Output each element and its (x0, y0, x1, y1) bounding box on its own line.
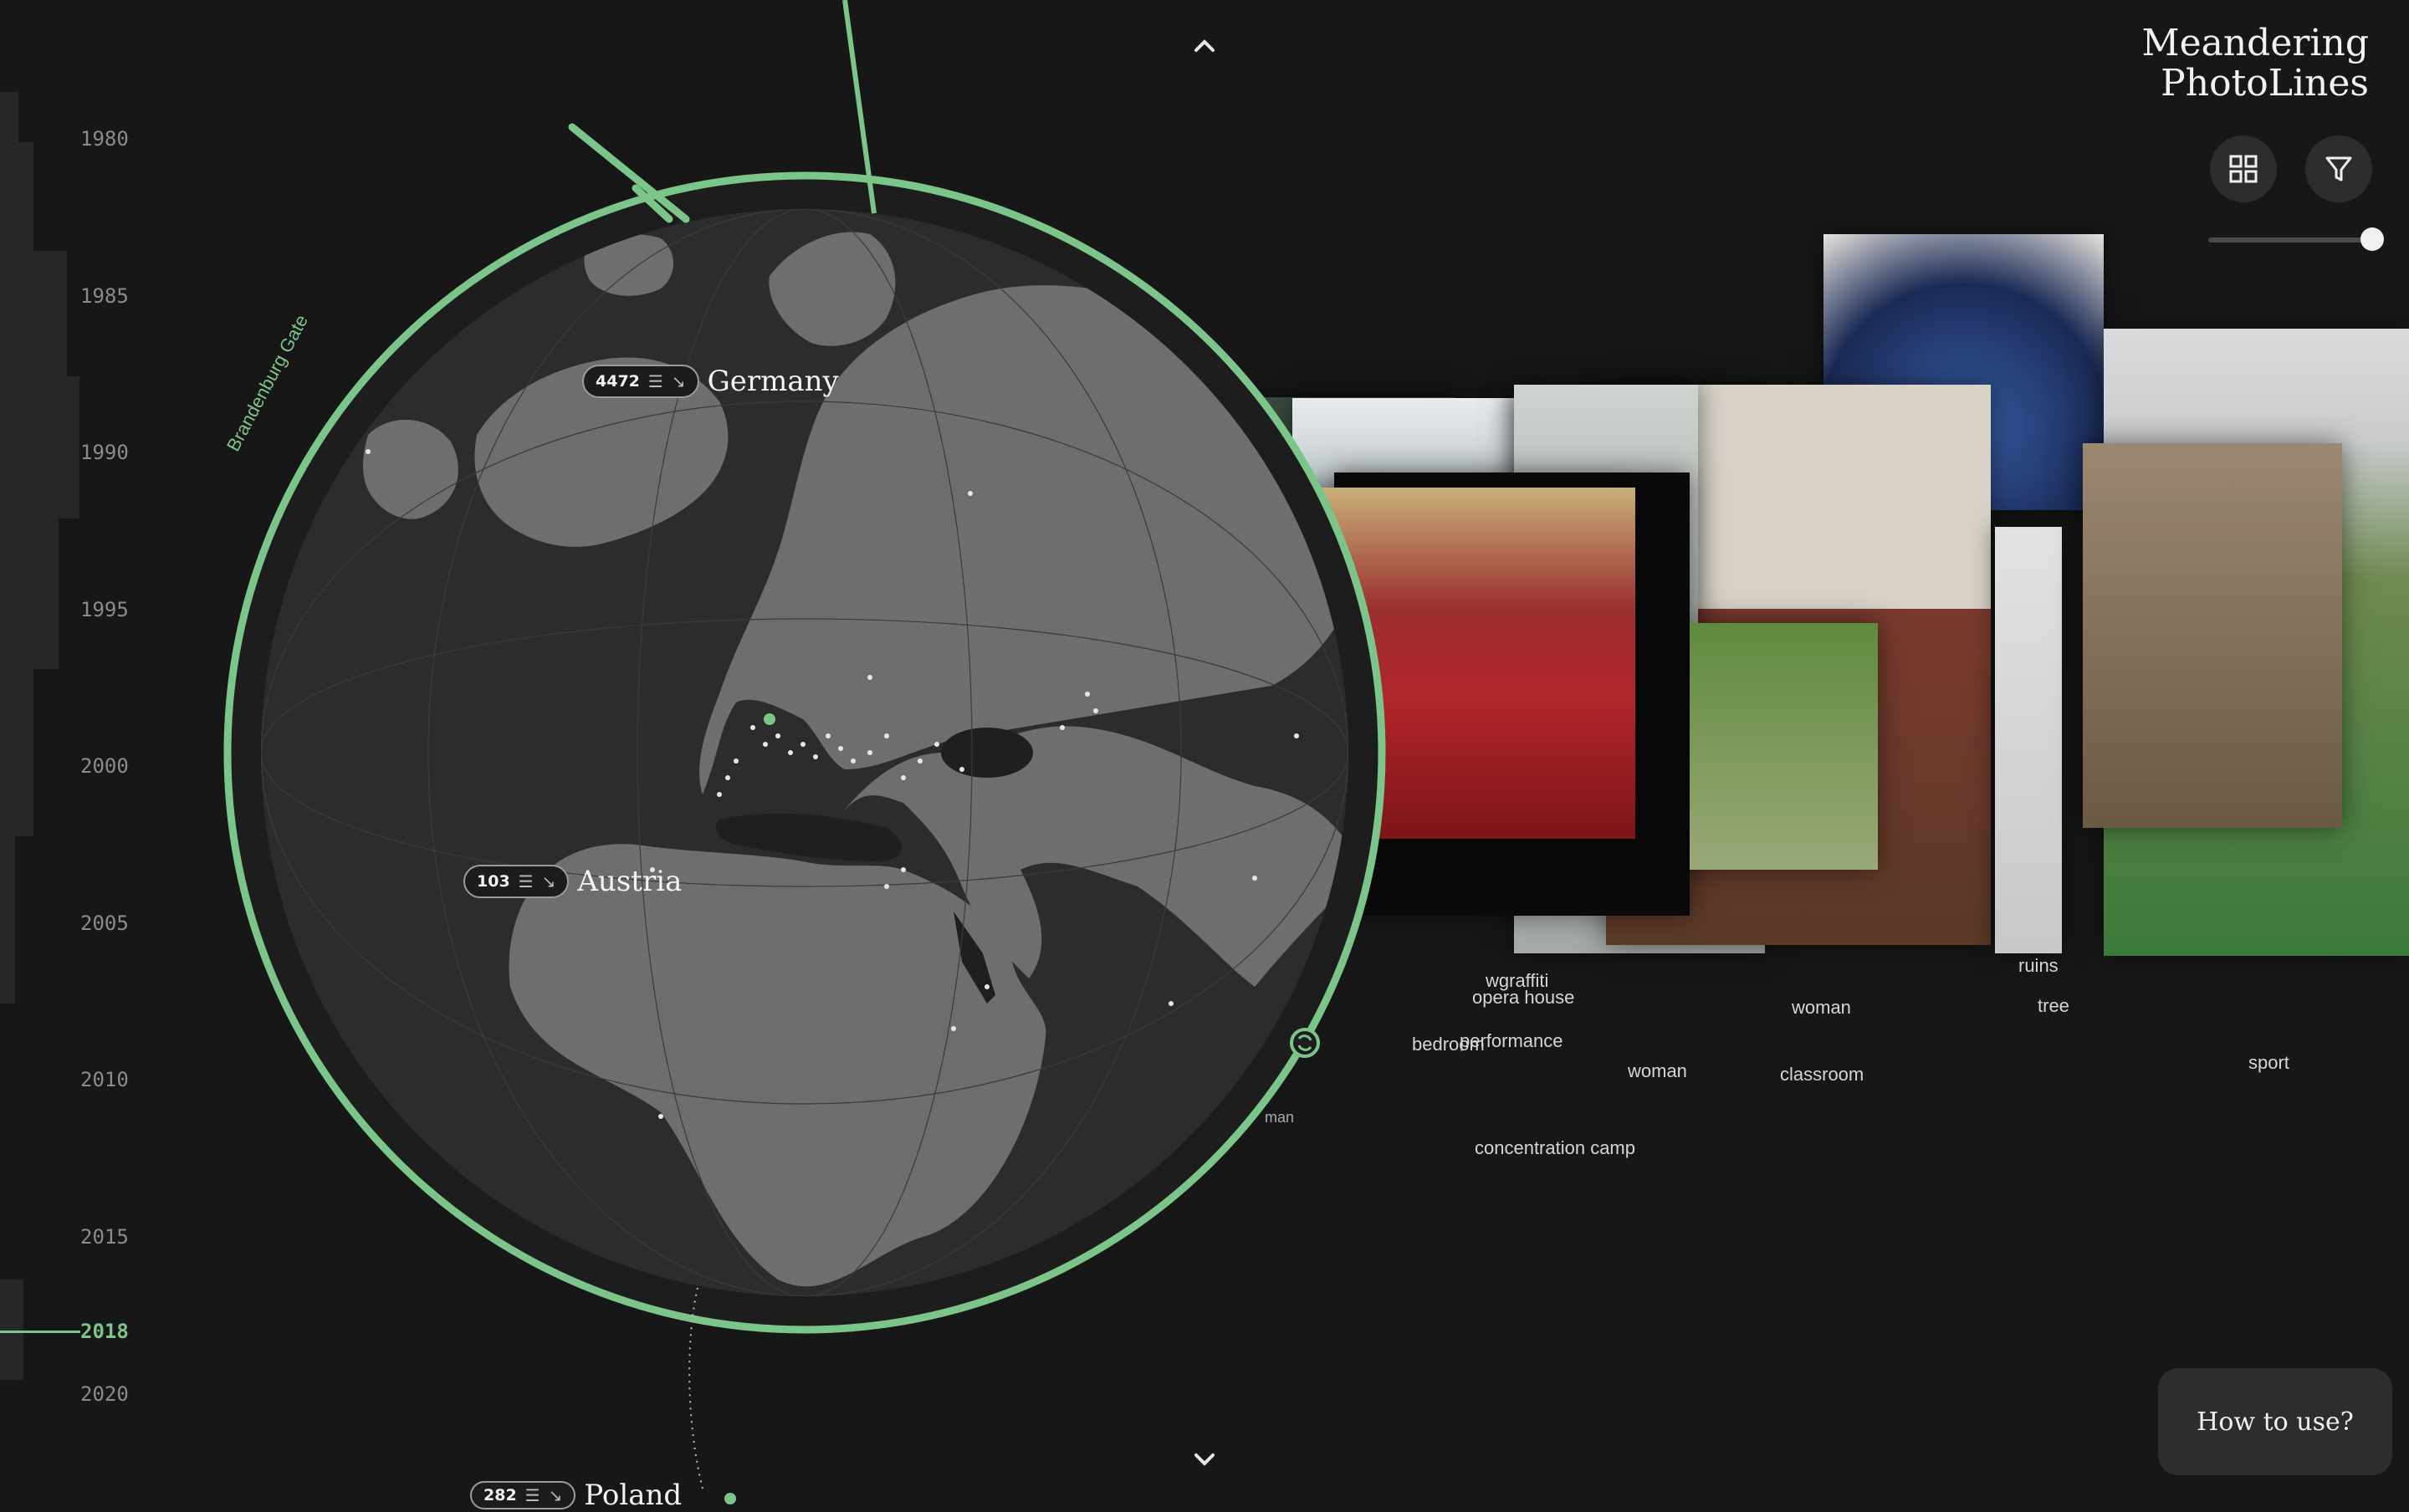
layers-icon: ☰ (524, 1485, 540, 1505)
photo-thumbnail[interactable] (1995, 527, 2062, 953)
how-to-use-button[interactable]: How to use? (2158, 1368, 2392, 1475)
tag-label[interactable]: ruins (2018, 955, 2059, 977)
tag-label[interactable]: classroom (1780, 1064, 1864, 1085)
arrow-down-right-icon: ↘ (548, 1485, 563, 1505)
country-name: Germany (707, 365, 839, 398)
photo-count: 4472 (596, 372, 640, 391)
app-title: Meandering PhotoLines (2142, 23, 2369, 104)
arrow-down-right-icon: ↘ (541, 871, 556, 891)
filter-button[interactable] (2305, 135, 2372, 202)
country-label-austria[interactable]: 103 ☰ ↘ Austria (463, 865, 682, 898)
tag-label[interactable]: concentration camp (1475, 1137, 1635, 1159)
rotate-handle[interactable] (1290, 1028, 1320, 1058)
tag-label[interactable]: man (1265, 1109, 1294, 1126)
country-name: Poland (584, 1479, 683, 1512)
tag-label[interactable]: opera house (1472, 987, 1574, 1009)
app-title-line2: PhotoLines (2161, 62, 2369, 105)
path-endpoint-dot (724, 1493, 736, 1504)
arrow-down-right-icon: ↘ (671, 371, 686, 391)
layers-icon: ☰ (518, 871, 534, 891)
country-label-poland[interactable]: 282 ☰ ↘ Poland (470, 1479, 682, 1512)
zoom-slider-handle[interactable] (2360, 227, 2384, 251)
tag-label[interactable]: tree (2038, 995, 2069, 1017)
zoom-slider-track[interactable] (2208, 238, 2376, 243)
tag-label[interactable]: performance (1460, 1030, 1563, 1052)
count-pill[interactable]: 4472 ☰ ↘ (582, 365, 699, 398)
photo-thumbnail[interactable] (1690, 623, 1878, 870)
tag-label[interactable]: woman (1792, 997, 1851, 1019)
grid-icon (2229, 155, 2258, 183)
app-title-line1: Meandering (2141, 22, 2369, 64)
photo-count: 103 (477, 872, 510, 891)
grid-view-button[interactable] (2210, 135, 2277, 202)
selected-location-dot[interactable] (764, 713, 775, 725)
country-label-germany[interactable]: 4472 ☰ ↘ Germany (582, 365, 839, 398)
country-name: Austria (577, 865, 683, 898)
layers-icon: ☰ (647, 371, 663, 391)
photo-count: 282 (483, 1486, 517, 1504)
filter-icon (2325, 156, 2352, 181)
tag-label[interactable]: sport (2248, 1052, 2289, 1074)
photo-thumbnail[interactable] (2083, 443, 2342, 828)
globe-view[interactable] (0, 0, 1422, 1505)
tag-label[interactable]: woman (1628, 1060, 1687, 1082)
count-pill[interactable]: 103 ☰ ↘ (463, 865, 570, 898)
